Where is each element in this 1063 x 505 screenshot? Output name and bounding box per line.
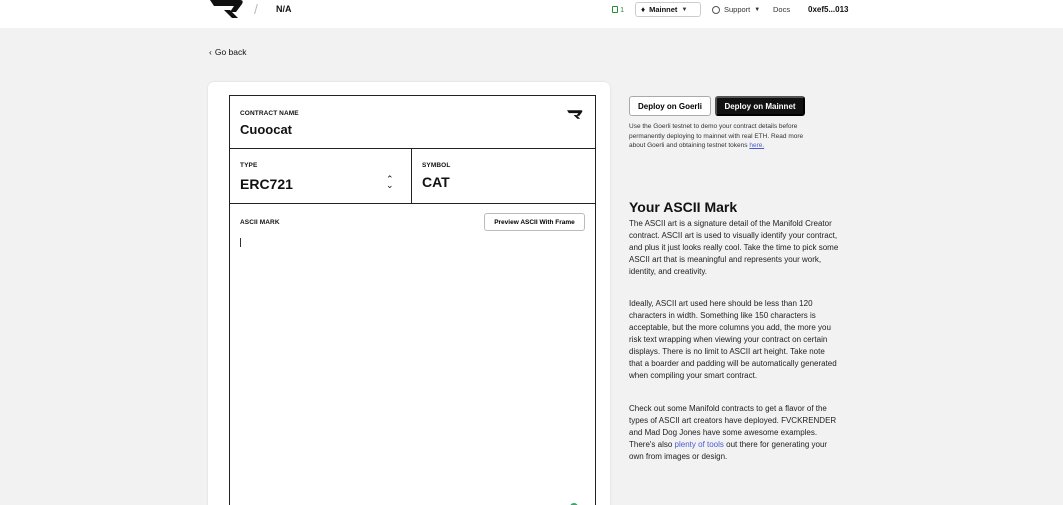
plenty-of-tools-link[interactable]: plenty of tools bbox=[675, 440, 724, 449]
ascii-info-paragraph-1: The ASCII art is a signature detail of t… bbox=[629, 219, 839, 276]
pending-tx-badge[interactable]: 1 bbox=[612, 2, 624, 17]
symbol-input[interactable]: CAT bbox=[422, 174, 450, 190]
type-select[interactable]: TYPE ERC721 ⌃ ⌄ bbox=[230, 149, 412, 204]
type-value[interactable]: ERC721 bbox=[240, 176, 293, 192]
ascii-mark-textarea[interactable] bbox=[240, 236, 585, 496]
go-back-label: Go back bbox=[214, 47, 247, 57]
preview-ascii-button[interactable]: Preview ASCII With Frame bbox=[484, 213, 585, 231]
chevron-down-icon: ▼ bbox=[754, 6, 761, 13]
top-bar: / N/A 1 ♦ Mainnet ▼ Support ▼ Docs 0xef5… bbox=[0, 0, 1063, 28]
ethereum-icon: ♦ bbox=[641, 5, 646, 14]
contract-name-label: CONTRACT NAME bbox=[240, 110, 299, 117]
globe-icon bbox=[712, 5, 720, 14]
ascii-info-paragraph-2: Ideally, ASCII art used here should be l… bbox=[629, 299, 837, 380]
contract-form: CONTRACT NAME Cuoocat TYPE ERC721 ⌃ ⌄ SYM… bbox=[229, 95, 596, 505]
network-label: Mainnet bbox=[649, 5, 678, 14]
ascii-mark-label: ASCII MARK bbox=[240, 219, 280, 226]
tx-count: 1 bbox=[620, 5, 625, 14]
go-back-link[interactable]: ‹ Go back bbox=[209, 47, 247, 57]
chevron-left-icon: ‹ bbox=[209, 47, 212, 57]
manifold-logo-icon bbox=[567, 110, 583, 119]
deploy-goerli-button[interactable]: Deploy on Goerli bbox=[629, 96, 711, 116]
support-menu[interactable]: Support ▼ bbox=[712, 2, 760, 17]
deploy-note: Use the Goerli testnet to demo your cont… bbox=[629, 122, 814, 151]
symbol-label: SYMBOL bbox=[422, 162, 451, 169]
symbol-field[interactable]: SYMBOL CAT bbox=[412, 149, 595, 204]
manifold-logo-icon[interactable] bbox=[210, 0, 244, 18]
chevron-down-icon: ▼ bbox=[681, 6, 688, 13]
select-updown-icon: ⌃ ⌄ bbox=[386, 174, 394, 190]
network-select[interactable]: ♦ Mainnet ▼ bbox=[635, 2, 701, 17]
support-label: Support bbox=[724, 5, 751, 14]
deploy-note-text: Use the Goerli testnet to demo your cont… bbox=[629, 123, 804, 149]
text-caret bbox=[240, 238, 241, 247]
contract-name-input[interactable]: Cuoocat bbox=[240, 122, 292, 137]
project-name[interactable]: N/A bbox=[276, 4, 292, 14]
goerli-info-link[interactable]: here. bbox=[749, 142, 764, 149]
ascii-info-paragraph-3: Check out some Manifold contracts to get… bbox=[629, 403, 839, 463]
docs-link[interactable]: Docs bbox=[773, 2, 790, 17]
breadcrumb-separator: / bbox=[254, 1, 258, 17]
contract-name-field[interactable]: CONTRACT NAME Cuoocat bbox=[230, 96, 595, 149]
ascii-mark-title: Your ASCII Mark bbox=[629, 199, 738, 215]
wallet-address[interactable]: 0xef5...013 bbox=[808, 2, 848, 17]
ascii-mark-field: ASCII MARK Preview ASCII With Frame bbox=[230, 204, 595, 505]
document-icon bbox=[612, 6, 618, 13]
deploy-mainnet-button[interactable]: Deploy on Mainnet bbox=[715, 96, 805, 116]
type-label: TYPE bbox=[240, 162, 258, 169]
